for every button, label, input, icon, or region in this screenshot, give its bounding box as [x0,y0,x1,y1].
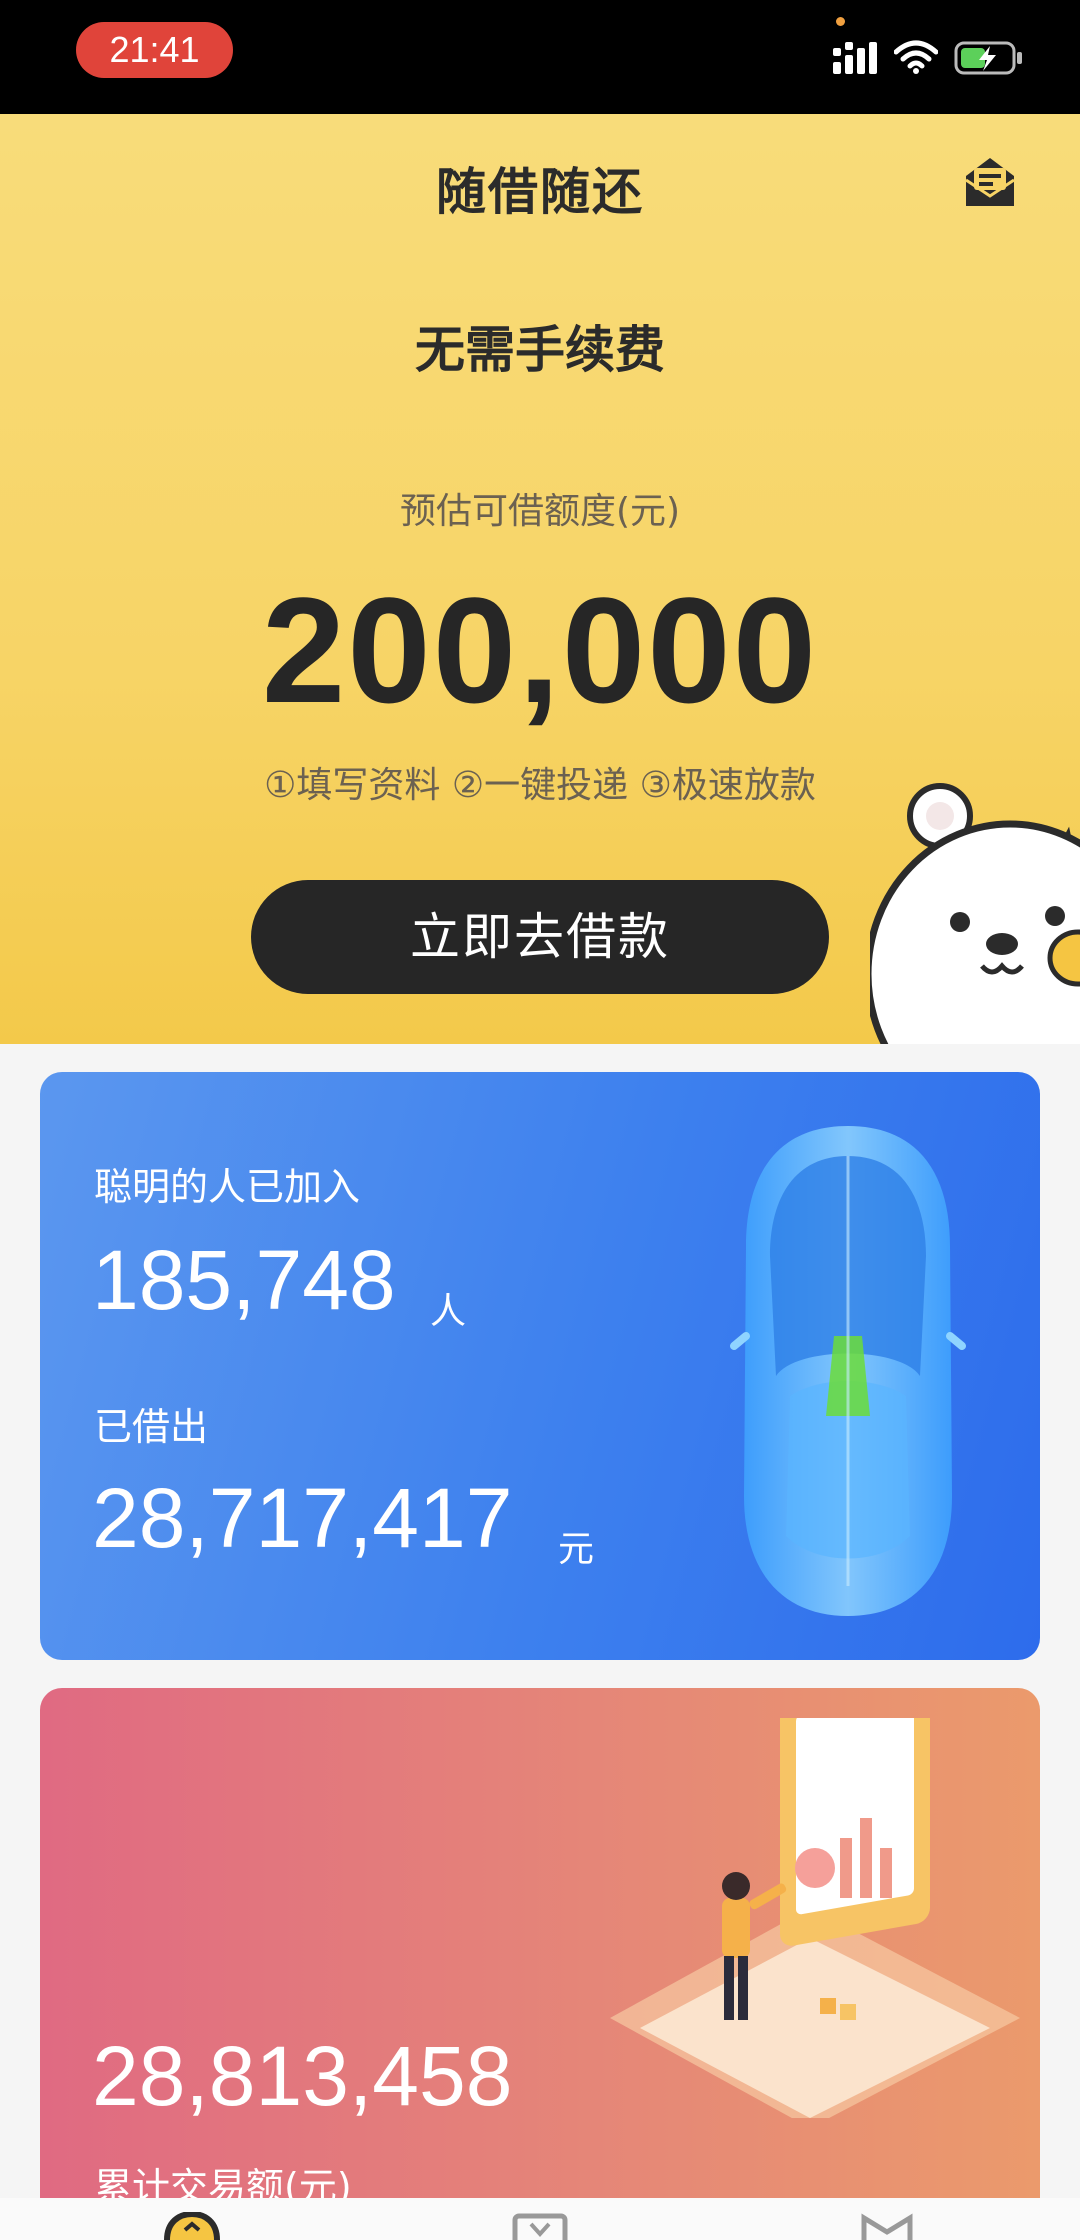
joined-count: 185,748 [92,1233,396,1327]
signal-icon [833,42,877,74]
hero-subtitle: 无需手续费 [415,321,665,379]
borrow-now-button[interactable]: 立即去借款 [251,880,829,994]
wifi-icon [894,40,938,74]
page-title: 随借随还 [436,163,644,221]
status-bar: 21:41 [0,0,1080,114]
lent-label: 已借出 [94,1405,209,1449]
quota-amount: 200,000 [261,566,819,734]
lent-amount: 28,717,417 [92,1471,513,1565]
mine-icon[interactable] [858,2212,916,2240]
joined-unit: 人 [430,1291,467,1332]
isometric-phone-illustration-icon [610,1718,1020,2118]
stats-card: 聪明的人已加入 185,748 人 已借出 28,717,417 元 [40,1072,1040,1660]
mail-icon[interactable] [962,154,1018,210]
lent-unit: 元 [558,1529,595,1570]
bear-mascot-icon [870,783,1080,1044]
status-time: 21:41 [76,22,233,78]
volume-card: 28,813,458 累计交易额(元) [40,1688,1040,2240]
hero-section: 随借随还 无需手续费 预估可借额度(元) 200,000 ①填写资料 ②一键投递… [0,114,1080,1044]
bottom-tab-bar [0,2198,1080,2240]
loan-icon[interactable] [511,2212,569,2240]
car-illustration-icon [730,1126,966,1616]
joined-label: 聪明的人已加入 [94,1165,361,1209]
home-icon[interactable] [163,2212,221,2240]
battery-charging-icon [954,41,1022,75]
total-volume: 28,813,458 [92,2029,513,2123]
quota-label: 预估可借额度(元) [399,491,681,532]
camera-indicator-icon [836,17,845,26]
